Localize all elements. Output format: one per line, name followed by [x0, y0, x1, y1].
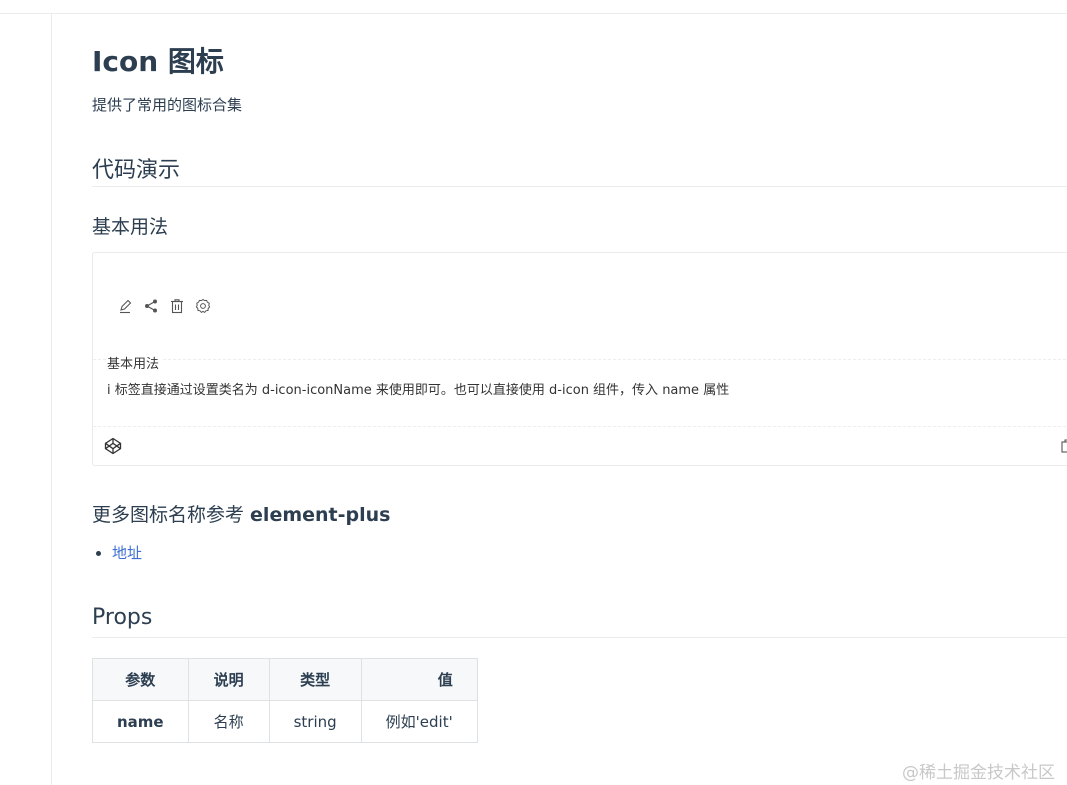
section-rule-demo — [92, 186, 1067, 187]
section-heading-demo: 代码演示 — [92, 158, 181, 183]
top-border — [0, 13, 1067, 14]
table-cell: 名称 — [187, 700, 270, 743]
section-rule-props — [92, 637, 1067, 638]
list-item: 地址 — [112, 542, 142, 563]
copy-icon[interactable] — [1061, 439, 1067, 453]
link-list: 地址 — [92, 542, 142, 563]
demo-footer — [93, 426, 1067, 467]
codepen-icon[interactable] — [104, 437, 122, 455]
heading-basic-usage: 基本用法 — [92, 216, 169, 238]
page-description: 提供了常用的图标合集 — [92, 96, 243, 114]
docs-page: Icon 图标 提供了常用的图标合集 代码演示 基本用法 基本用法 i 标签直接… — [0, 0, 1067, 785]
section-heading-props: Props — [92, 605, 153, 630]
table-cell: string — [268, 700, 362, 743]
page-title: Icon 图标 — [92, 45, 224, 78]
share-icon — [145, 299, 157, 313]
table-header-row: 参数 说明 类型 值 — [92, 658, 478, 701]
table-header-cell: 说明 — [187, 658, 270, 701]
heading-more-icons-strong: element-plus — [250, 504, 391, 526]
table-row: name 名称 string 例如'edit' — [92, 700, 478, 743]
table-cell: 例如'edit' — [360, 700, 478, 743]
demo-meta: 基本用法 — [93, 353, 1067, 372]
table-cell: name — [92, 700, 189, 743]
address-link[interactable]: 地址 — [112, 544, 142, 562]
edit-icon — [120, 299, 132, 314]
demo-icon-row — [117, 298, 211, 314]
demo-meta-description: i 标签直接通过设置类名为 d-icon-iconName 来使用即可。也可以直… — [107, 383, 730, 398]
table-header-cell: 参数 — [92, 658, 189, 701]
props-table: 参数 说明 类型 值 name 名称 string 例如'edit' — [92, 658, 478, 743]
table-header-cell: 类型 — [268, 658, 362, 701]
setting-icon — [195, 298, 211, 314]
sidebar-edge — [51, 13, 52, 785]
demo-block: 基本用法 i 标签直接通过设置类名为 d-icon-iconName 来使用即可… — [92, 252, 1067, 466]
watermark: @稀土掘金技术社区 — [902, 763, 1055, 783]
delete-icon — [171, 299, 183, 314]
demo-meta-title: 基本用法 — [107, 353, 164, 372]
heading-more-icons-prefix: 更多图标名称参考 — [92, 504, 251, 526]
table-header-cell: 值 — [360, 658, 478, 701]
heading-more-icons: 更多图标名称参考 element-plus — [92, 500, 390, 527]
